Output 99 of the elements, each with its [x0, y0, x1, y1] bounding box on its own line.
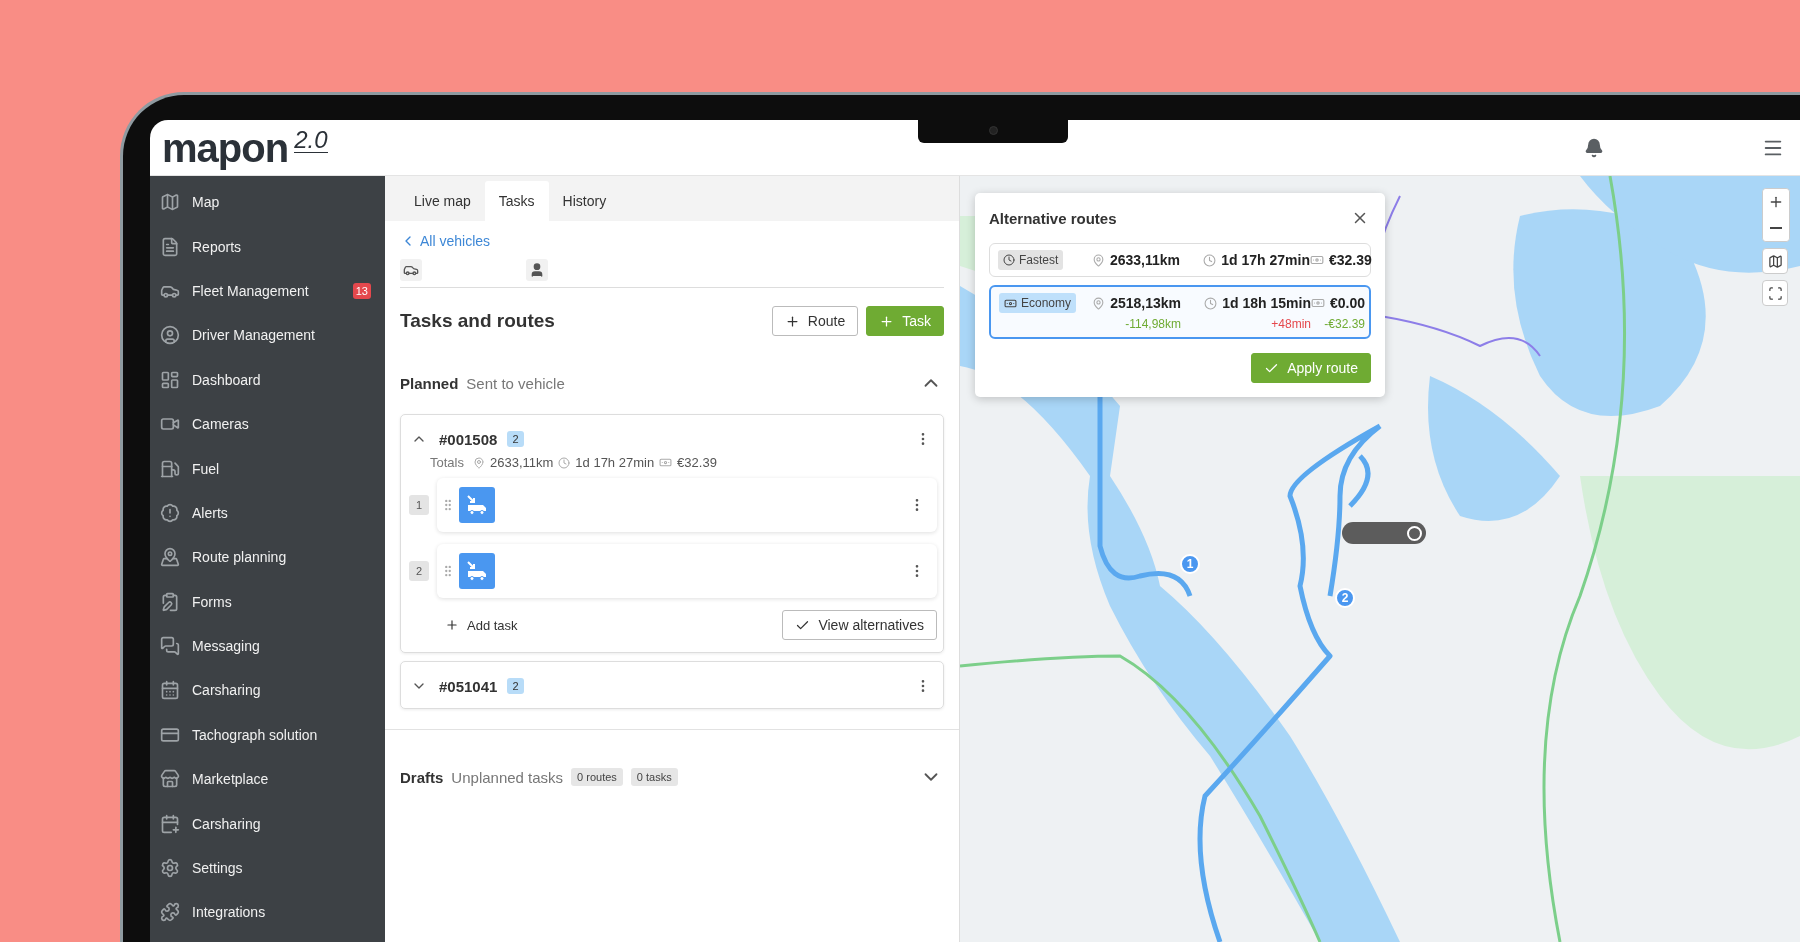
sidebar-item[interactable]: Dashboard: [150, 357, 385, 402]
driver-toggle[interactable]: [526, 259, 548, 281]
view-alternatives-button[interactable]: View alternatives: [782, 610, 937, 640]
route-option[interactable]: Fastest 2633,11km 1d 17h 27min €32.39: [989, 243, 1371, 277]
map-icon: [160, 192, 180, 213]
document-icon: [160, 236, 180, 257]
duration-value: 1d 17h 27min: [1180, 252, 1310, 268]
difference-value: -€32.39: [1323, 317, 1366, 331]
sidebar-item[interactable]: Forms: [150, 579, 385, 624]
count-badge: 2: [507, 431, 524, 447]
minus-icon: [1770, 227, 1782, 229]
dashboard-icon: [160, 369, 180, 390]
logo-version: 2.0: [294, 127, 328, 153]
sidebar-item[interactable]: Reports: [150, 224, 385, 269]
fit-view-button[interactable]: [1762, 280, 1788, 306]
clock-icon: [1003, 254, 1015, 266]
clipboard-icon: [160, 591, 180, 612]
sidebar-item[interactable]: Driver Management: [150, 313, 385, 358]
banknote-icon: [659, 456, 673, 469]
map-layers-button[interactable]: [1762, 248, 1788, 274]
sidebar-item[interactable]: Cameras: [150, 401, 385, 447]
step-number: 2: [409, 561, 429, 581]
plus-icon: [445, 618, 459, 632]
add-task-button[interactable]: Add task: [445, 617, 783, 633]
popup-title: Alternative routes: [989, 209, 1117, 227]
user-icon: [529, 262, 545, 278]
sidebar-item[interactable]: Tachograph solution: [150, 712, 385, 758]
tab[interactable]: Tasks: [484, 181, 549, 221]
count-chip: 0 routes: [571, 768, 623, 786]
distance-value: 2633,11km: [489, 455, 554, 470]
clock-icon: [558, 456, 571, 469]
distance-value: 2518,13km: [1081, 295, 1181, 311]
plus-icon: [1768, 194, 1784, 210]
route-type-label: Economy: [1021, 296, 1072, 310]
duration-value: 1d 17h 27min: [575, 455, 655, 470]
vehicle-toggle[interactable]: [400, 259, 422, 281]
fuel-pump-icon: [160, 458, 180, 479]
sidebar-item[interactable]: Fleet Management 13: [150, 268, 385, 314]
count-chip: 0 tasks: [630, 768, 678, 786]
sidebar-item[interactable]: Integrations: [150, 890, 385, 935]
banknote-icon: [1310, 253, 1324, 267]
page-title: Tasks and routes: [400, 310, 556, 332]
map-pin-icon: [1091, 253, 1105, 267]
sidebar-item[interactable]: Carsharing: [150, 668, 385, 713]
calendar-icon: [160, 680, 180, 701]
difference-value: +48min: [1270, 317, 1311, 331]
store-icon: [160, 769, 180, 790]
route-number: #051041: [439, 677, 498, 695]
step-number: 1: [409, 495, 429, 515]
truck-unload-icon: [465, 559, 489, 583]
alert-icon: [160, 502, 180, 523]
sidebar-item[interactable]: Messaging: [150, 623, 385, 669]
clock-icon: [1204, 296, 1218, 310]
sidebar-item[interactable]: Fuel: [150, 446, 385, 491]
sidebar-item[interactable]: Marketplace: [150, 757, 385, 802]
duration-value: 1d 18h 15min: [1181, 295, 1311, 311]
banknote-icon: [1311, 296, 1325, 310]
plus-icon: [784, 313, 800, 329]
sidebar-item[interactable]: Map: [150, 180, 385, 225]
tab[interactable]: Live map: [400, 181, 485, 221]
sidebar-item[interactable]: Settings: [150, 845, 385, 891]
logo: mapon: [162, 125, 289, 170]
map-pin-icon: [160, 547, 180, 568]
camera-lens: [988, 125, 998, 135]
settings-icon: [160, 858, 180, 879]
tab[interactable]: History: [548, 181, 621, 221]
count-badge: 2: [507, 678, 524, 694]
truck-unload-icon: [465, 493, 489, 517]
sidebar-item[interactable]: Route planning: [150, 535, 385, 580]
map-icon: [1767, 253, 1783, 269]
section-title: Planned: [400, 374, 459, 392]
user-icon: [160, 325, 180, 346]
totals-label: Totals: [430, 455, 464, 470]
calendar-icon: [160, 813, 180, 834]
section-title: Drafts: [400, 768, 444, 786]
distance-value: 2633,11km: [1080, 252, 1180, 268]
difference-value: -114,98km: [1124, 317, 1181, 331]
cost-value: €32.39: [677, 455, 717, 470]
add-route-button[interactable]: Route: [771, 306, 859, 336]
sidebar-item[interactable]: Carsharing: [150, 801, 385, 846]
route-number: #001508: [439, 430, 498, 448]
puzzle-icon: [160, 902, 180, 923]
plus-icon: [879, 313, 895, 329]
sidebar-item[interactable]: Alerts: [150, 490, 385, 536]
cost-value: €0.00: [1311, 295, 1366, 311]
route-type-label: Fastest: [1019, 253, 1059, 267]
map-pin-icon: [1092, 296, 1106, 310]
back-link[interactable]: All vehicles: [400, 233, 491, 249]
section-subtitle: Unplanned tasks: [451, 768, 564, 786]
section-subtitle: Sent to vehicle: [466, 374, 565, 392]
help-icon: [1407, 525, 1422, 541]
frame-icon: [1767, 285, 1783, 301]
map-pin-icon: [472, 456, 485, 469]
chat-icon: [160, 636, 180, 657]
bell-icon: [1584, 137, 1604, 158]
cost-value: €32.39: [1310, 252, 1372, 268]
route-option[interactable]: Economy 2518,13km 1d 18h 15min €0.00 -114,98km +48min -€32.39: [989, 285, 1371, 339]
clock-icon: [1203, 253, 1217, 267]
count-badge: 13: [352, 282, 371, 299]
